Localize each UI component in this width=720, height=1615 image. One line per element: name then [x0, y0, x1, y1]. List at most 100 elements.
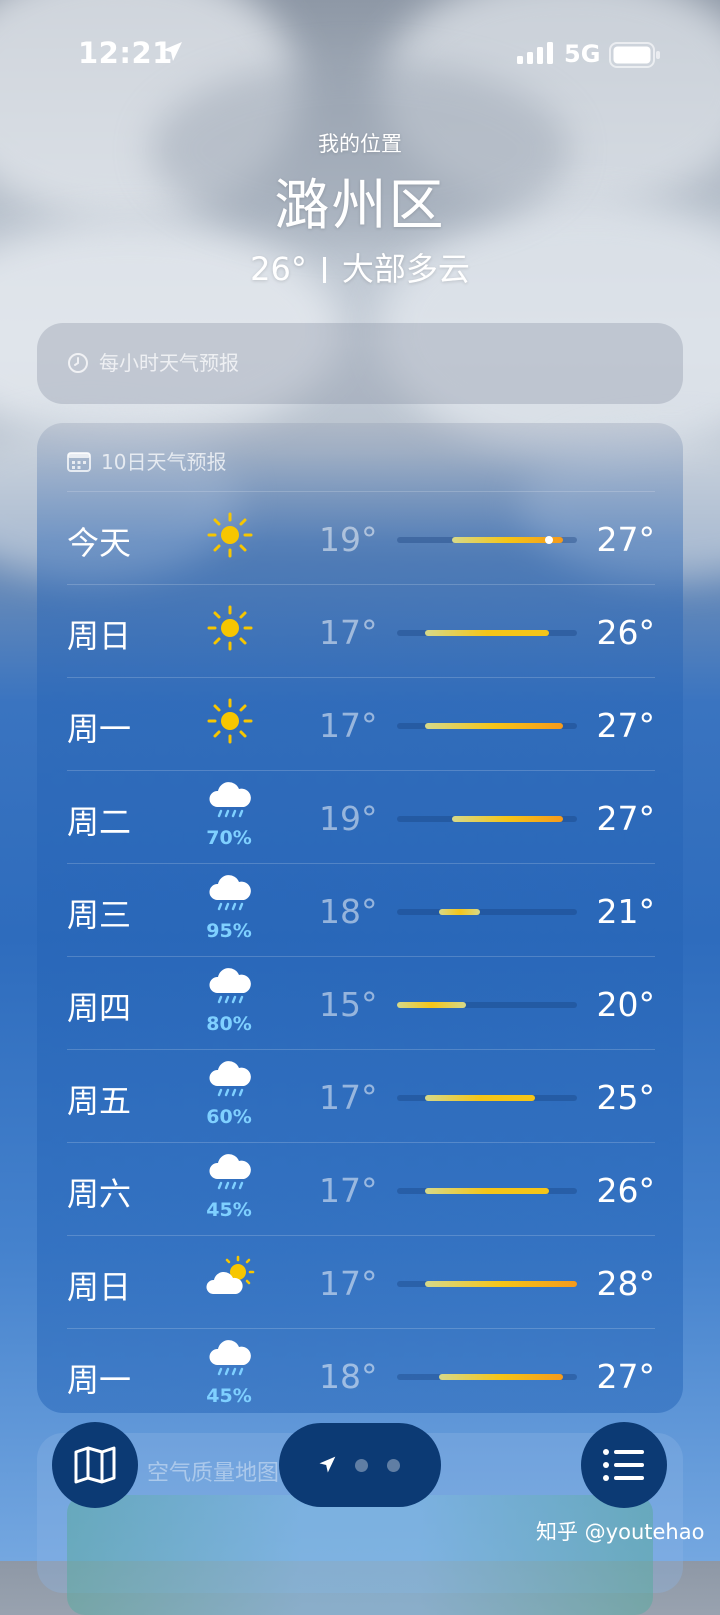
page-dot[interactable] [387, 1459, 400, 1472]
high-temperature: 25° [596, 1078, 656, 1117]
low-temperature: 17° [319, 613, 378, 652]
high-temperature: 27° [596, 706, 656, 745]
precipitation-chance: 95% [206, 920, 252, 942]
network-type: 5G [564, 40, 601, 68]
divider [322, 257, 326, 283]
forecast-day: 周二 [67, 803, 132, 841]
ten-day-forecast-title: 10日天气预报 [101, 450, 227, 474]
forecast-row[interactable]: 周日 17° 26° [67, 584, 655, 677]
temperature-range-fill [424, 723, 564, 729]
forecast-day: 周六 [67, 1175, 132, 1213]
my-location-label: 我的位置 [318, 132, 402, 156]
forecast-row[interactable]: 周六 45% 17° 26° [67, 1142, 655, 1235]
low-temperature: 17° [319, 1264, 378, 1303]
temperature-range-fill [424, 630, 550, 636]
sun-icon [205, 603, 255, 653]
forecast-day: 周四 [67, 989, 132, 1027]
temperature-range-bar [397, 909, 577, 915]
rain-cloud-icon [205, 1060, 255, 1110]
high-temperature: 27° [596, 1357, 656, 1396]
partly-sunny-icon [205, 1254, 255, 1304]
hourly-forecast-panel[interactable]: 每小时天气预报 [37, 323, 683, 404]
air-quality-map-title: 空气质量地图 [147, 1461, 280, 1486]
current-temperature: 26° [250, 250, 307, 288]
forecast-rows: 今天 19° 27° 周日 17° 26° 周一 17° 27° 周二 70% 19° 27° 周三 95%… [67, 491, 655, 1421]
forecast-day: 周一 [67, 710, 132, 748]
hourly-forecast-title: 每小时天气预报 [99, 351, 239, 375]
forecast-row[interactable]: 周一 17° 27° [67, 677, 655, 770]
rain-cloud-icon [205, 1339, 255, 1389]
forecast-row[interactable]: 周一 45% 18° 27° [67, 1328, 655, 1421]
low-temperature: 17° [319, 1171, 378, 1210]
map-icon [74, 1446, 116, 1484]
high-temperature: 21° [596, 892, 656, 931]
temperature-range-bar [397, 536, 577, 544]
precipitation-chance: 45% [206, 1199, 252, 1221]
page-dot[interactable] [355, 1459, 368, 1472]
temperature-range-fill [424, 1281, 577, 1287]
temperature-range-bar [397, 1374, 577, 1380]
forecast-row[interactable]: 周二 70% 19° 27° [67, 770, 655, 863]
location-arrow-icon [163, 42, 182, 61]
low-temperature: 19° [319, 799, 378, 838]
forecast-day: 周五 [67, 1082, 132, 1120]
forecast-day: 周日 [67, 1268, 132, 1306]
location-header: 我的位置 潞州区 26° 大部多云 [0, 128, 720, 290]
current-conditions: 26° 大部多云 [0, 244, 720, 290]
rain-cloud-icon [205, 967, 255, 1017]
rain-cloud-icon [205, 874, 255, 924]
low-temperature: 15° [319, 985, 378, 1024]
temperature-range-bar [397, 816, 577, 822]
low-temperature: 17° [319, 706, 378, 745]
precipitation-chance: 70% [206, 827, 252, 849]
high-temperature: 28° [596, 1264, 656, 1303]
precipitation-chance: 60% [206, 1106, 252, 1128]
temperature-range-bar [397, 723, 577, 729]
low-temperature: 17° [319, 1078, 378, 1117]
temperature-range-bar [397, 1281, 577, 1287]
calendar-icon [67, 452, 91, 472]
forecast-row[interactable]: 周日 17° 28° [67, 1235, 655, 1328]
high-temperature: 26° [596, 1171, 656, 1210]
temperature-range-fill [438, 1374, 564, 1380]
location-pager[interactable] [279, 1423, 441, 1507]
list-icon [603, 1449, 644, 1481]
high-temperature: 27° [596, 520, 656, 559]
ten-day-forecast-header: 10日天气预报 [67, 446, 226, 475]
temperature-range-bar [397, 1095, 577, 1101]
temperature-range-fill [397, 1002, 467, 1008]
forecast-row[interactable]: 周五 60% 17° 25° [67, 1049, 655, 1142]
city-list-button[interactable] [581, 1422, 667, 1508]
forecast-day: 周日 [67, 617, 132, 655]
sun-icon [205, 510, 255, 560]
sun-icon [205, 696, 255, 746]
forecast-row[interactable]: 今天 19° 27° [67, 491, 655, 584]
temperature-range-fill [438, 909, 481, 915]
low-temperature: 18° [319, 1357, 378, 1396]
map-button[interactable] [52, 1422, 138, 1508]
current-location-arrow-icon [319, 1456, 336, 1473]
signal-icon [517, 42, 553, 64]
low-temperature: 18° [319, 892, 378, 931]
status-bar: 12:21 5G [0, 0, 720, 100]
status-time: 12:21 [78, 36, 173, 70]
temperature-range-fill [424, 1095, 536, 1101]
temperature-range-fill [452, 816, 564, 822]
ten-day-forecast-panel[interactable]: 10日天气预报 今天 19° 27° 周日 17° 26° 周一 17° 27° 周二 70% 19°… [37, 423, 683, 1413]
temperature-range-bar [397, 630, 577, 636]
rain-cloud-icon [205, 1153, 255, 1203]
forecast-day: 今天 [67, 524, 132, 562]
precipitation-chance: 80% [206, 1013, 252, 1035]
rain-cloud-icon [205, 781, 255, 831]
high-temperature: 26° [596, 613, 656, 652]
high-temperature: 27° [596, 799, 656, 838]
forecast-row[interactable]: 周四 80% 15° 20° [67, 956, 655, 1049]
precipitation-chance: 45% [206, 1385, 252, 1407]
forecast-day: 周一 [67, 1361, 132, 1399]
forecast-row[interactable]: 周三 95% 18° 21° [67, 863, 655, 956]
air-quality-map[interactable] [67, 1495, 653, 1615]
city-name: 潞州区 [274, 173, 446, 237]
hourly-forecast-header: 每小时天气预报 [67, 347, 239, 376]
temperature-range-fill [424, 1188, 550, 1194]
forecast-day: 周三 [67, 896, 132, 934]
